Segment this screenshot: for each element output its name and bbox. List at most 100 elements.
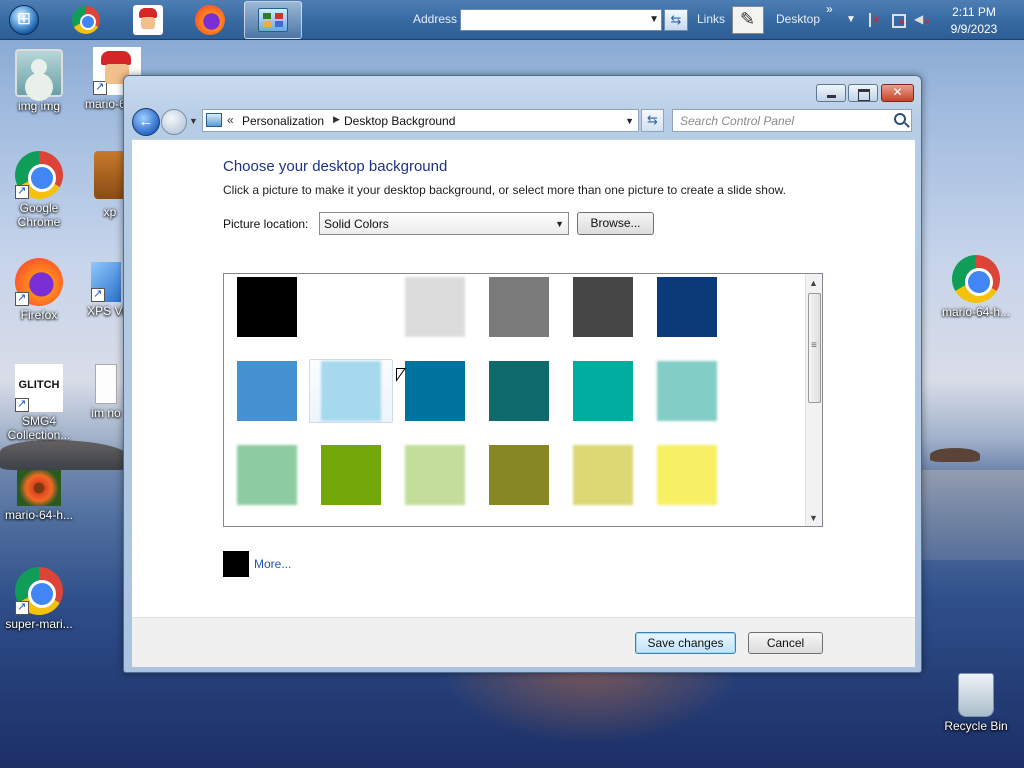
color-swatch[interactable] <box>573 445 633 505</box>
chevron-down-icon[interactable]: ▼ <box>625 116 634 126</box>
chevron-down-icon[interactable]: ▼ <box>649 14 659 25</box>
glitch-icon <box>15 364 63 412</box>
desktop-icon-mario-64-h[interactable]: mario-64-h... <box>1 470 77 522</box>
go-arrows-icon: ⇆ <box>670 12 682 27</box>
desktop-icon-label: mario-64-h... <box>941 305 1011 319</box>
chevron-down-icon: ▼ <box>555 219 564 229</box>
color-swatch[interactable] <box>237 277 297 337</box>
color-swatch[interactable] <box>489 277 549 337</box>
breadcrumb-item-personalization[interactable]: Personalization <box>242 114 324 128</box>
start-orb-icon <box>9 5 39 35</box>
scrollbar-thumb[interactable] <box>808 293 821 403</box>
chrome-icon <box>15 151 63 199</box>
color-swatch[interactable] <box>405 361 465 421</box>
desktop-icon-img-img[interactable]: img img <box>1 49 77 113</box>
start-button[interactable] <box>4 2 44 38</box>
browse-button[interactable]: Browse... <box>577 212 654 235</box>
desktop-icon-smg4-collection[interactable]: SMG4 Collection... <box>1 364 77 442</box>
picture-location-value: Solid Colors <box>324 217 389 231</box>
chrome-icon <box>952 255 1000 303</box>
mario-icon <box>133 5 163 35</box>
links-toolbar-label[interactable]: Links <box>697 12 725 26</box>
color-swatch[interactable] <box>321 277 381 337</box>
color-swatch[interactable] <box>405 445 465 505</box>
desktop-icon-mario-64-h-right[interactable]: mario-64-h... <box>936 255 1016 319</box>
more-colors-link[interactable]: More... <box>254 557 291 571</box>
links-pen-icon[interactable] <box>732 6 764 34</box>
desktop-icon-label: XPS Vi <box>87 304 125 318</box>
color-swatch[interactable] <box>321 361 381 421</box>
breadcrumb[interactable]: « Personalization ▶ Desktop Background ▼ <box>202 109 639 132</box>
volume-muted-icon[interactable] <box>914 12 931 28</box>
color-swatch[interactable] <box>657 361 717 421</box>
save-changes-button[interactable]: Save changes <box>635 632 736 654</box>
minimize-button[interactable] <box>816 84 846 102</box>
desktop-icon-label: img img <box>17 99 60 113</box>
search-input[interactable] <box>673 110 891 131</box>
breadcrumb-separator-icon[interactable]: ▶ <box>333 114 340 125</box>
gallery-scrollbar[interactable]: ▲ ▼ <box>805 274 822 526</box>
color-swatch[interactable] <box>405 277 465 337</box>
recycle-bin-icon <box>958 673 994 717</box>
scroll-up-icon[interactable]: ▲ <box>809 278 818 288</box>
forward-button[interactable] <box>161 109 187 135</box>
toolbar-overflow-chevron-icon[interactable]: » <box>826 2 833 16</box>
taskbar: Address ▼ ⇆ Links Desktop » ▼ 2:11 PM 9/… <box>0 0 1024 40</box>
control-panel-icon <box>206 113 222 127</box>
shortcut-arrow-icon <box>91 287 105 302</box>
address-toolbar-input[interactable]: ▼ <box>460 9 662 31</box>
maximize-button[interactable] <box>848 84 878 102</box>
desktop-icon-label: im no <box>91 406 121 420</box>
address-go-button[interactable]: ⇆ <box>664 9 688 31</box>
wallpaper-rock <box>0 440 130 470</box>
desktop-icon-super-mari[interactable]: super-mari... <box>1 567 77 631</box>
search-icon[interactable] <box>894 113 906 125</box>
chevron-down-icon[interactable]: ▼ <box>846 14 856 25</box>
wallpaper-rock <box>930 448 980 462</box>
clock-time[interactable]: 2:11 PM <box>944 5 1004 19</box>
briefcase-icon <box>94 151 126 199</box>
chrome-icon <box>15 567 63 615</box>
more-colors-swatch[interactable] <box>223 551 249 577</box>
picture-location-select[interactable]: Solid Colors ▼ <box>319 212 569 235</box>
color-swatch[interactable] <box>321 445 381 505</box>
breadcrumb-item-desktop-background[interactable]: Desktop Background <box>344 114 455 128</box>
color-swatch[interactable] <box>237 445 297 505</box>
control-panel-icon <box>258 8 288 32</box>
action-center-flag-icon[interactable] <box>866 12 882 28</box>
color-swatch[interactable] <box>573 277 633 337</box>
desktop-icon-google-chrome[interactable]: Google Chrome <box>1 151 77 229</box>
search-box[interactable] <box>672 109 912 132</box>
taskbar-control-panel-button[interactable] <box>244 1 302 39</box>
desktop-icon-xps-viewer[interactable]: XPS Vi <box>86 262 126 318</box>
color-swatch[interactable] <box>489 445 549 505</box>
back-button[interactable] <box>132 108 160 136</box>
firefox-icon <box>15 258 63 306</box>
recent-pages-chevron-icon[interactable]: ▼ <box>189 116 198 126</box>
clock-date[interactable]: 9/9/2023 <box>944 22 1004 36</box>
color-swatch[interactable] <box>657 445 717 505</box>
breadcrumb-overflow-icon[interactable]: « <box>227 113 234 127</box>
network-disconnected-icon[interactable] <box>890 12 906 28</box>
cancel-button[interactable]: Cancel <box>748 632 823 654</box>
desktop-icon-firefox[interactable]: Firefox <box>1 258 77 322</box>
desktop-icon-im-no[interactable]: im no <box>86 364 126 420</box>
scroll-down-icon[interactable]: ▼ <box>809 513 818 523</box>
close-button[interactable] <box>881 84 914 102</box>
taskbar-chrome-button[interactable] <box>66 2 106 38</box>
shortcut-arrow-icon <box>15 291 29 306</box>
desktop-toolbar-label[interactable]: Desktop <box>776 12 820 26</box>
color-swatch[interactable] <box>657 277 717 337</box>
taskbar-mario-button[interactable] <box>128 2 168 38</box>
color-swatch[interactable] <box>489 361 549 421</box>
page-title: Choose your desktop background <box>223 158 448 175</box>
desktop-icon-label: SMG4 Collection... <box>7 414 71 442</box>
color-swatch[interactable] <box>237 361 297 421</box>
picture-location-label: Picture location: <box>223 217 309 231</box>
refresh-button[interactable]: ⇆ <box>641 109 664 132</box>
flower-icon <box>17 470 61 506</box>
desktop-icon-recycle-bin[interactable]: Recycle Bin <box>937 673 1015 733</box>
color-swatch[interactable] <box>573 361 633 421</box>
main-content: Choose your desktop background Click a p… <box>132 139 915 617</box>
taskbar-firefox-button[interactable] <box>190 2 230 38</box>
